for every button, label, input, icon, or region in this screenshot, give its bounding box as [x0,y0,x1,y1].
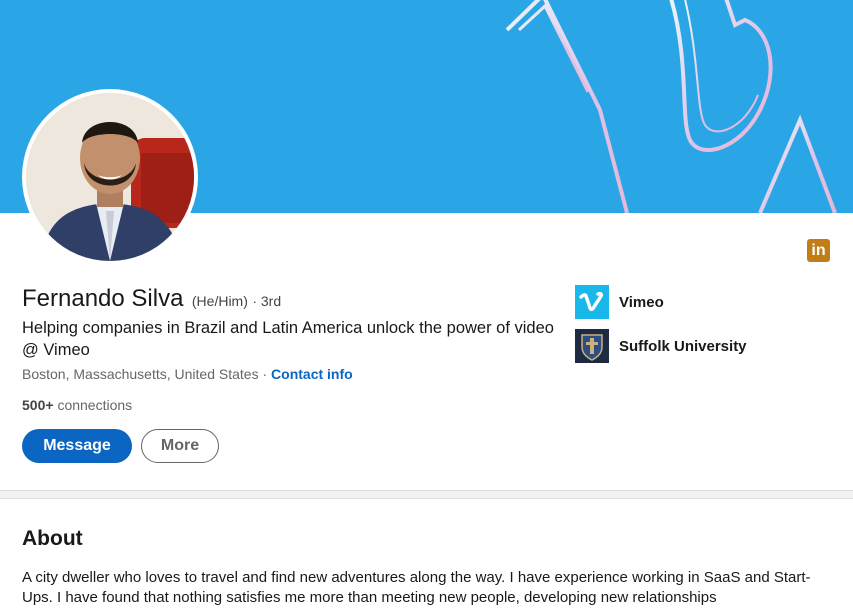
connections-label: connections [57,397,133,413]
connections-row[interactable]: 500+ connections [22,397,132,413]
profile-name: Fernando Silva [22,285,184,312]
about-title: About [22,527,83,550]
org-item-suffolk-university[interactable]: Suffolk University [575,329,747,363]
university-crest-icon [581,334,603,361]
org-item-vimeo[interactable]: Vimeo [575,285,664,319]
vimeo-v-icon [579,291,603,312]
profile-headline: Helping companies in Brazil and Latin Am… [22,319,554,359]
person-portrait-icon [26,93,194,261]
profile-card: in Fernando Silva (He/Him) · 3rd Helping… [0,0,853,491]
connections-count: 500+ [22,397,54,413]
contact-info-link[interactable]: Contact info [271,366,353,382]
about-section: About A city dweller who loves to travel… [0,498,853,609]
profile-location: Boston, Massachusetts, United States [22,366,259,382]
connection-degree: · 3rd [252,293,282,309]
linkedin-icon[interactable]: in [807,239,830,262]
location-separator: · [262,366,268,382]
vimeo-logo-icon [575,285,609,319]
about-text: A city dweller who loves to travel and f… [22,569,811,606]
pronouns: (He/Him) [191,293,248,309]
avatar [26,93,194,261]
message-button[interactable]: Message [22,429,132,463]
location-row: Boston, Massachusetts, United States · C… [22,366,353,382]
suffolk-university-seal-icon [575,329,609,363]
profile-name-row: Fernando Silva (He/Him) · 3rd [22,285,281,313]
profile-photo[interactable] [22,89,198,265]
more-button[interactable]: More [141,429,219,463]
org-name-suffolk-university: Suffolk University [619,337,747,355]
org-name-vimeo: Vimeo [619,293,664,311]
